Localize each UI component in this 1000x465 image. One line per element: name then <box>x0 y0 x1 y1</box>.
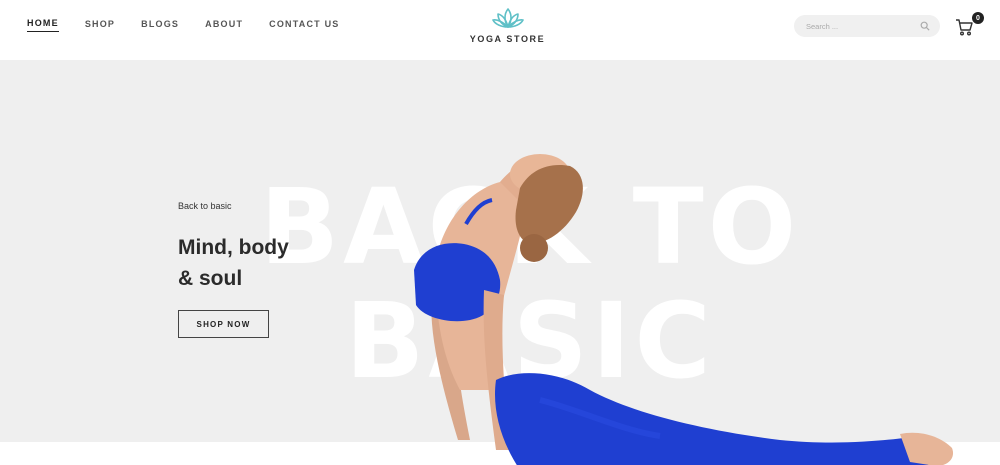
brand-logo[interactable]: YOGA STORE <box>460 6 555 44</box>
site-header: HOME SHOP BLOGS ABOUT CONTACT US YOGA ST… <box>0 0 1000 60</box>
lotus-icon <box>491 8 524 28</box>
nav-item-blogs[interactable]: BLOGS <box>141 19 179 32</box>
hero-title-line-1: Mind, body <box>178 236 289 259</box>
nav-item-home[interactable]: HOME <box>27 18 59 32</box>
shopping-cart-icon <box>956 19 973 36</box>
nav-item-shop[interactable]: SHOP <box>85 19 115 32</box>
cart-count-badge: 0 <box>972 12 984 24</box>
hero-title: Mind, body & soul <box>178 232 378 294</box>
nav-item-contact-us[interactable]: CONTACT US <box>269 19 339 32</box>
yoga-model-image <box>414 154 953 465</box>
shop-now-button[interactable]: SHOP NOW <box>178 310 269 338</box>
hero-title-line-2: & soul <box>178 267 243 290</box>
search-input[interactable] <box>806 21 920 31</box>
hero-subtitle: Back to basic <box>178 201 232 211</box>
search-box <box>794 15 940 37</box>
brand-name: YOGA STORE <box>469 34 546 44</box>
cart-button[interactable]: 0 <box>955 12 984 37</box>
nav-item-about[interactable]: ABOUT <box>205 19 243 32</box>
search-icon[interactable] <box>920 21 930 31</box>
main-nav: HOME SHOP BLOGS ABOUT CONTACT US <box>27 0 365 50</box>
